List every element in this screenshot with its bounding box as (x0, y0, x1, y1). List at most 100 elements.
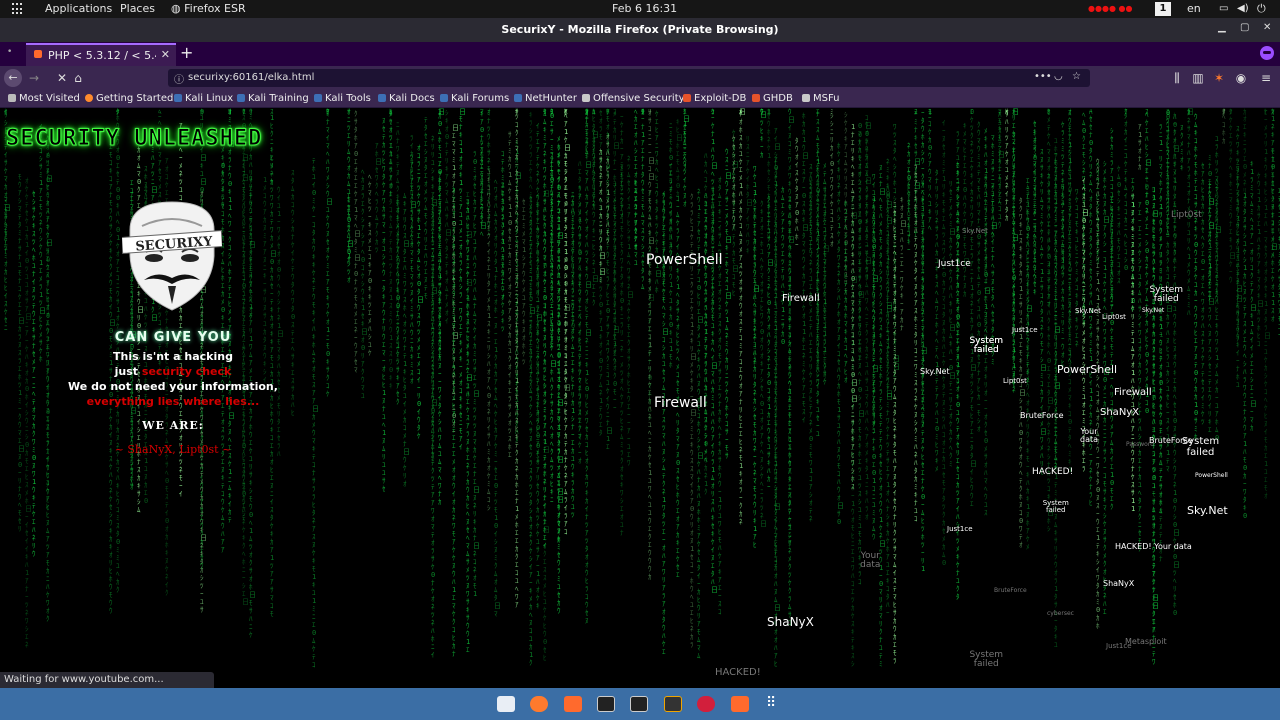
svg-text:ｲﾏﾀｵｹﾅﾆﾑﾆｻﾅｻﾃﾀﾈﾊﾑｳﾈｼﾂｾｶﾘｱﾜﾒﾂｾﾊ: ｲﾏﾀｵｹﾅﾆﾑﾆｻﾅｻﾃﾀﾈﾊﾑｳﾈｼﾂｾｶﾘｱﾜﾒﾂｾﾊｲﾎｶﾃｸﾂﾃｱｱﾜ… (431, 195, 435, 659)
svg-text:ｼｷｵ0ﾅﾃﾘｷｱﾂﾏﾑﾊｻﾊ日ｹﾀﾈﾃｷｵﾑﾅﾒｵｲ: ｼｷｵ 0 ﾅﾃﾘｷｱﾂﾏﾑﾊｻﾊ日ｹﾀﾈﾃｷｵﾑﾅﾒｵｲ (445, 109, 452, 325)
firefox-dock-icon[interactable] (530, 696, 548, 712)
bookmark-nethunter[interactable]: NetHunter (514, 93, 577, 104)
svg-text:ﾓｳｱｼﾏﾃﾀﾐﾅｻﾅﾕﾓﾅｺｹｴｴ日ｶﾗﾇｽﾗｴﾎﾂ1ﾐｰ: ﾓｳｱｼﾏﾃﾀﾐﾅｻﾅﾕﾓﾅｺｹｴｴ日ｶﾗﾇｽﾗｴﾎﾂ 1 ﾐｰｸｳﾏｴ日ﾇ 0 ｰﾘﾅ… (18, 173, 25, 533)
svg-text:ｳﾑｷｺﾎｹﾓﾎﾃｴｺｻﾏﾈｷﾂ0ｳｴﾀｹﾕｶｰｳｳﾜﾋｴｱ: ｳﾑｷｺﾎｹﾓﾎﾃｴｺｻﾏﾈｷﾂ 0 ｳｴﾀｹﾕｶｰｳｳﾜﾋｴｱﾇﾃ 0 ｳｶｶ 1 0 ｻﾐ… (1194, 113, 1198, 441)
display-icon[interactable]: ▭ (1219, 2, 1228, 16)
web-content[interactable]: ｲｾﾘｼ日ｷﾃｲｻｹﾏｶｵﾆｶｱﾀﾇｴﾅ ﾏ日ｶﾍﾓｹﾂﾐｵｶﾋﾋｲｽｹｾﾆ ﾓｳｱ… (0, 108, 1280, 688)
floating-word: Just1ce (947, 525, 973, 533)
clock[interactable]: Feb 6 16:31 (612, 2, 677, 16)
tagline-line3: We do not need your information, (40, 380, 306, 393)
applications-menu[interactable]: Applications (45, 2, 112, 16)
terminal-root-icon[interactable] (630, 696, 648, 712)
svg-text:ｳｸﾜ日ﾂﾋｷｰｶ: ｳｸﾜ日ﾂﾋｷｰｶ (760, 108, 767, 159)
volume-icon[interactable]: ◀) (1237, 2, 1249, 16)
page-actions-icon[interactable]: ••• (1034, 71, 1052, 82)
svg-text:ｲﾃｴｱﾃｹﾈｸｹｳｷｷﾆｶﾂｱﾘｸｶﾎﾘﾘｰｴ日ｶｷﾏﾆｹ: ｲﾃｴｱﾃｹﾈｸｹｳｷｷﾆｶﾂｱﾘｸｶﾎﾘﾘｰｴ日ｶｷﾏﾆｹｶｹﾃｷｺﾈｵﾂﾋﾆ… (536, 122, 543, 610)
forward-arrow-icon[interactable]: → (26, 69, 42, 87)
places-menu[interactable]: Places (120, 2, 155, 16)
bookmark-kali-docs[interactable]: Kali Docs (378, 93, 435, 104)
bookmark-kali-training[interactable]: Kali Training (237, 93, 309, 104)
gear-icon (8, 94, 16, 102)
burpsuite-icon[interactable] (564, 696, 582, 712)
bookmark-kali-linux[interactable]: Kali Linux (174, 93, 233, 104)
back-arrow-icon[interactable]: ← (4, 69, 22, 87)
tab-strip: • PHP < 5.3.12 / < 5.4.2 - C ✕ + (0, 42, 1280, 66)
svg-text:ﾇｹｹｹｴﾂｻｹﾍｷﾎﾆﾏﾐｳﾅｴｷﾗ日ｹｰｳ: ﾇｹｹｹｴﾂｻｹﾍｷﾎﾆﾏﾐｳﾅｴｷﾗ日ｹｰｳ (1229, 108, 1236, 284)
svg-text:ｳｽﾆ日ｳｱｻﾆﾒｸﾓ日ｷﾆﾎﾏｽｺ日ｹﾂ1ﾑﾈﾐｳｶﾘﾆﾂ: ｳｽﾆ日ｳｱｻﾆﾒｸﾓ日ｷﾆﾎﾏｽｺ日ｹﾂ 1 ﾑﾈﾐｳｶﾘﾆﾂｹｳﾎｹｺｻｰﾓｻ (725, 148, 732, 460)
svg-text:ｾｴｴﾐﾒﾏ1ｼｱｳｹﾒﾕｱｳｷﾇｵﾎｹﾂ: ｾｴｴﾐﾒﾏ 1 ｼｱｳｹﾒﾕｱｳｷﾇｵﾎｹﾂ (522, 198, 526, 366)
bookmark-msfu[interactable]: MSFu (802, 93, 840, 104)
keyboard-layout[interactable]: en (1187, 2, 1201, 16)
pocket-icon[interactable]: ◡ (1054, 71, 1063, 82)
svg-text:ｵﾀﾑｴｷﾆｲｻﾑﾂﾓｹｵｴｵﾂﾈﾇｽｸｵｳﾓｱｻｱｴﾂﾅｶ: ｵﾀﾑｴｷﾆｲｻﾑﾂﾓｹｵｴｵﾂﾈﾇｽｸｵｳﾓｱｻｱｴﾂﾅｶﾎﾍﾅｷｶｻﾎｳｳｰ… (718, 176, 722, 616)
new-tab-icon[interactable]: + (180, 43, 193, 62)
url-bar[interactable]: ⓘ securixy:60161/elka.html ••• ◡ ☆ (168, 69, 1090, 87)
site-info-icon[interactable]: ⓘ (174, 71, 184, 86)
svg-text:ｵ日ﾒｹｵﾎｽｶﾕｹｴﾒ1ﾊﾒｶｹｺﾑﾇﾒｱｽﾂｵｻｵｳｵｽ: ｵ日ﾒｹｵﾎｽｶﾕｹｴﾒ 1 ﾊﾒｶｹｺﾑﾇﾒｱｽﾂｵｻｵｳｵｽﾃｺﾐｱｺｴｳｵｱﾅ… (739, 108, 746, 526)
terminal-icon[interactable] (597, 696, 615, 712)
svg-text:ｸｻﾀﾎｱ0ｴｵｴｴｹｱ1ﾏﾍ日ﾀﾐ日ﾅ0ﾅﾂﾓｶﾒｴﾈｰｳ: ｸｻﾀﾎｱ 0 ｴｵｴｴｹｱ 1 ﾏﾍ日ﾀﾐ日ﾅ 0 ﾅﾂﾓｶﾒｴﾈｰｳｱｾﾏ (354, 110, 361, 374)
svg-text:ｺｺ日ｶ0ﾑﾎﾓﾕｱ0ｷｾｲｱｻｳｲﾋﾆｺﾕﾎ1ｰﾍｷｰﾀﾇ: ｺｺ日ｶ 0 ﾑﾎﾓﾕｱ 0 ｷｾｲｱｻｳｲﾋﾆｺﾕﾎ 1 ｰﾍｷｰﾀﾇｺｽﾇﾅ (438, 108, 445, 360)
svg-text:ﾒﾎﾒﾂｰｲｷﾇﾅﾕｾｺｵﾜｽｴﾊｾｷｱﾜｴﾈｺｸﾘﾜ0ｲｴ: ﾒﾎﾒﾂｰｲｷﾇﾅﾕｾｺｵﾜｽｴﾊｾｷｱﾜｴﾈｺｸﾘﾜ 0 ｲｴｵｷﾐ日ｴﾏｵﾜｸﾗ… (557, 135, 564, 615)
svg-text:ﾃﾎﾕｲ0ﾐｹｰｺﾀｶｳｷｷｹﾈﾃｳﾓｷｲﾊｷﾎﾑﾈｵﾓｽｱ: ﾃﾎﾕｲ 0 ﾐｹｰｺﾀｶｳｷｷｹﾈﾃｳﾓｷｲﾊｷﾎﾑﾈｵﾓｽｱｱ日ｶﾒｳﾏｷﾃｺﾅ… (312, 157, 319, 669)
recording-indicator-icon[interactable]: ●●●● ●● (1088, 3, 1132, 15)
files-icon[interactable] (497, 696, 515, 712)
svg-text:ｺｾﾊｷｴｳﾍﾎﾐｳﾇｻｽｶﾐﾈﾃｺｼﾑﾃﾈｳﾍｶﾈﾃﾓﾎｱ: ｺｾﾊｷｴｳﾍﾎﾐｳﾇｻｽｶﾐﾈﾃｺｼﾑﾃﾈｳﾍｶﾈﾃﾓﾎｱﾋｴﾎｾｱｷﾆﾏﾀﾂ… (788, 195, 792, 627)
burpsuite-running-icon[interactable] (731, 696, 749, 712)
taskbar-dock: ⠿ (0, 688, 1280, 720)
floating-word: Firewall (782, 293, 820, 305)
svg-text:ﾅﾋｰﾒﾗﾘ1ｷｳｷｷﾋｼ1ｴﾊｰﾏｾｸｵｵﾀｾｷ1ﾇﾀﾗ日: ﾅﾋｰﾒﾗﾘ 1 ｷｳｷｷﾋｼ 1 ｴﾊｰﾏｾｸｵｵﾀｾｷ 1 ﾇﾀﾗ日ﾆﾕｹｶｼｹｺﾍｹﾋ… (1264, 108, 1271, 500)
tagline-line2: just security check (40, 365, 306, 378)
bookmark-getting-started[interactable]: Getting Started (85, 93, 173, 104)
sublime-icon[interactable] (664, 696, 682, 712)
apps-grid-icon[interactable] (12, 3, 24, 15)
floating-word: PowerShell (1195, 472, 1228, 479)
stop-loading-icon[interactable]: ✕ (54, 69, 70, 87)
minimize-icon[interactable]: ▁ (1218, 22, 1226, 33)
tab-active[interactable]: PHP < 5.3.12 / < 5.4.2 - C ✕ (26, 43, 176, 66)
svg-text:ｷﾋ日ﾎｴﾓﾑｵ0ｶ: ｷﾋ日ﾎｴﾓﾑｵ 0 ｶ (676, 118, 683, 198)
sidebar-icon[interactable]: ▥ (1191, 69, 1205, 87)
bookmark-ghdb[interactable]: GHDB (752, 93, 793, 104)
floating-word: BruteForce (1020, 411, 1064, 420)
bookmark-kali-forums[interactable]: Kali Forums (440, 93, 509, 104)
svg-text:ｼｽﾓｻｰﾅ1ｱｴﾅﾅﾀｳｾﾐﾓﾑﾏｽﾏｼｽｾﾀﾗﾑ: ｼｽﾓｻｰﾅ 1 ｱｴﾅﾅﾀｳｾﾐﾓﾑﾏｽﾏｼｽｾﾀﾗﾑ (641, 108, 645, 291)
tagline-line4: everything lies where lies... (40, 395, 306, 408)
floating-word: PowerShell (646, 253, 722, 268)
cherrytree-icon[interactable] (697, 696, 715, 712)
show-apps-icon[interactable]: ⠿ (766, 695, 776, 711)
bookmark-kali-tools[interactable]: Kali Tools (314, 93, 371, 104)
maximize-icon[interactable]: ▢ (1240, 22, 1249, 33)
firefox-app-menu[interactable]: ◍ Firefox ESR (171, 2, 246, 16)
can-give-heading: CAN GIVE YOU (40, 330, 306, 345)
tab-close-icon[interactable]: ✕ (161, 48, 170, 61)
svg-text:ﾒｺｹﾒｻ0ﾑﾏﾒﾓｶｹ1ｼﾇﾇﾑﾋﾏｷｶﾘｷﾃｳｷﾅﾎｼﾜ: ﾒｺｹﾒｻ 0 ﾑﾏﾒﾓｶｹ 1 ｼﾇﾇﾑﾋﾏｷｶﾘｷﾃｳｷﾅﾎｼﾜ (816, 147, 820, 387)
bookmark-exploit-db[interactable]: Exploit-DB (683, 93, 746, 104)
svg-text:ｾﾒｱﾀﾗｴｱﾅｲﾐﾕﾐﾓﾆ日ﾆｷｳｴｶｱﾒｱﾏﾑﾗｹｼﾍｻ: ｾﾒｱﾀﾗｴｱﾅｲﾐﾕﾐﾓﾆ日ﾆｷｳｴｶｱﾒｱﾏﾑﾗｹｼﾍｻﾇｾﾂﾗｽｸﾂﾂﾀｼ… (529, 195, 536, 667)
kali-icon (237, 94, 245, 102)
private-browsing-icon (1260, 46, 1274, 60)
svg-text:ｶｼｺｱｰｱﾗｾﾊﾈﾊｴｵｳﾋｱﾏﾜﾍﾅｹｼﾑﾊﾒｸﾒﾋｱｳ: ｶｼｺｱｰｱﾗｾﾊﾈﾊｴｵｳﾋｱﾏﾜﾍﾅｹｼﾑﾊﾒｸﾒﾋｱｳﾃｴｴｴﾒｵｵｳｲｵ… (452, 186, 456, 658)
account-icon[interactable]: ◉ (1234, 69, 1248, 87)
burp-extension-icon[interactable]: ✶ (1212, 69, 1226, 87)
bookmark-most-visited[interactable]: Most Visited (8, 93, 80, 104)
svg-text:ｻｷﾂｺｸﾐﾏｶｰｶﾗｴｶｽﾍｲｳｰﾐﾃｹﾐｵｳﾆｺﾕｸﾅｻ: ｻｷﾂｺｸﾐﾏｶｰｶﾗｴｶｽﾍｲｳｰﾐﾃｹﾐｵｳﾆｺﾕｸﾅｻﾀｱｴｳﾘ 1 ｲﾅｶﾊ… (515, 108, 519, 609)
hamburger-menu-icon[interactable]: ≡ (1259, 69, 1273, 87)
close-window-icon[interactable]: ✕ (1263, 22, 1271, 33)
kali-icon (314, 94, 322, 102)
library-icon[interactable]: ⫼ (1170, 69, 1184, 87)
svg-text:ｳｲﾕ1ｰﾜﾒｾｵｵ0ｳﾍｸｼﾅﾈ1日ﾓﾏﾀﾊｶｾｾﾒﾓﾘﾀ: ｳｲﾕ 1 ｰﾜﾒｾｵｵ 0 ｳﾍｸｼﾅﾈ 1 日ﾓﾏﾀﾊｶｾｾﾒﾓﾘﾀｴｾﾗﾊ (277, 186, 284, 458)
svg-text:ﾆﾀﾎｱｼｺｳ1ﾜｰｹﾕﾕﾓｱﾈｲ日ﾍﾜｺﾜｸ: ﾆﾀﾎｱｼｺｳ 1 ﾜｰｹﾕﾕﾓｱﾈｲ日ﾍﾜｺﾜｸ (1236, 159, 1243, 343)
workspace-indicator[interactable]: 1 (1155, 2, 1171, 16)
tab-overflow-icon[interactable]: • (7, 47, 12, 57)
url-text[interactable]: securixy:60161/elka.html (188, 72, 314, 83)
svg-text:ｸｴ日ｾｾﾑﾆﾍﾗ: ｸｴ日ｾｾﾑﾆﾍﾗ (683, 108, 690, 171)
tagline-line1: This is'nt a hacking (40, 350, 306, 363)
home-icon[interactable]: ⌂ (70, 69, 86, 87)
bookmark-star-icon[interactable]: ☆ (1072, 71, 1081, 82)
floating-word: ShaNyX (767, 616, 814, 629)
svg-text:ﾇｸﾒﾐｵｷ: ﾇｸﾒﾐｵｷ (1180, 124, 1184, 172)
firefox-icon (85, 94, 93, 102)
power-icon[interactable]: ⏻ (1257, 2, 1266, 16)
bookmark-offensive-security[interactable]: Offensive Security (582, 93, 685, 104)
